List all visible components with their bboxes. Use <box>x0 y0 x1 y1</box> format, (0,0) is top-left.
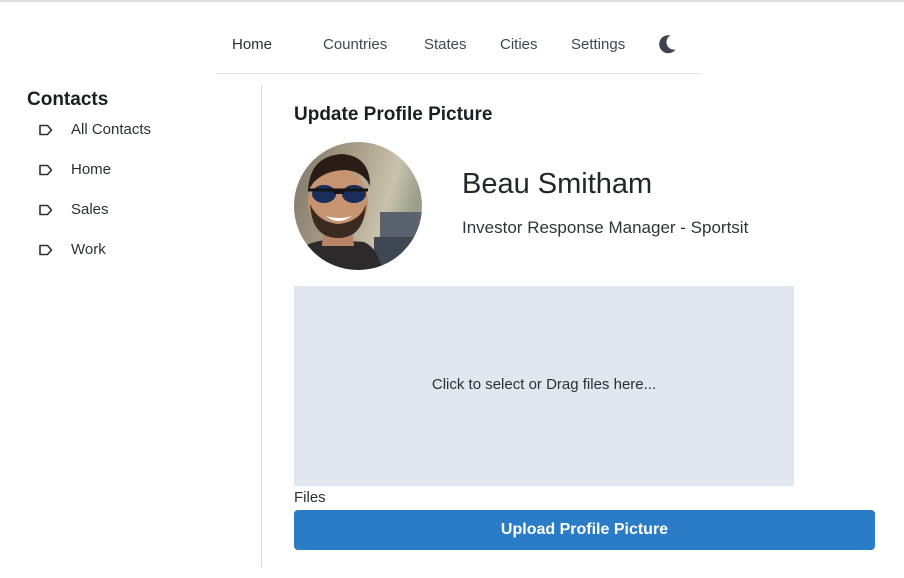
sidebar-item-home[interactable]: Home <box>38 160 238 182</box>
file-dropzone[interactable]: Click to select or Drag files here... <box>294 286 794 486</box>
moon-icon[interactable] <box>655 32 679 56</box>
nav-cities[interactable]: Cities <box>500 36 538 53</box>
sidebar-item-label: All Contacts <box>71 121 152 138</box>
sidebar-item-work[interactable]: Work <box>38 240 238 262</box>
nav-settings[interactable]: Settings <box>571 36 625 53</box>
sidebar: Contacts All Contacts Home Sales Work <box>0 85 262 567</box>
sidebar-item-sales[interactable]: Sales <box>38 200 238 222</box>
files-label: Files <box>294 489 326 506</box>
sidebar-item-label: Sales <box>71 201 109 218</box>
tag-icon <box>38 163 54 177</box>
nav-countries[interactable]: Countries <box>323 36 387 53</box>
dropzone-text: Click to select or Drag files here... <box>431 376 657 393</box>
sidebar-item-all-contacts[interactable]: All Contacts <box>38 120 238 142</box>
top-nav: Home Countries States Cities Settings <box>216 24 702 74</box>
profile-name: Beau Smitham <box>462 168 653 200</box>
upload-profile-picture-button[interactable]: Upload Profile Picture <box>294 510 875 550</box>
tag-icon <box>38 203 54 217</box>
tag-icon <box>38 123 54 137</box>
sidebar-item-label: Home <box>71 161 112 178</box>
page-title: Update Profile Picture <box>294 104 493 125</box>
nav-states[interactable]: States <box>424 36 467 53</box>
window-top-border <box>0 0 904 2</box>
avatar <box>294 142 422 270</box>
sidebar-item-label: Work <box>71 241 106 258</box>
profile-role: Investor Response Manager - Sportsit <box>462 218 749 237</box>
nav-home[interactable]: Home <box>232 36 272 53</box>
tag-icon <box>38 243 54 257</box>
sidebar-title: Contacts <box>27 89 109 110</box>
